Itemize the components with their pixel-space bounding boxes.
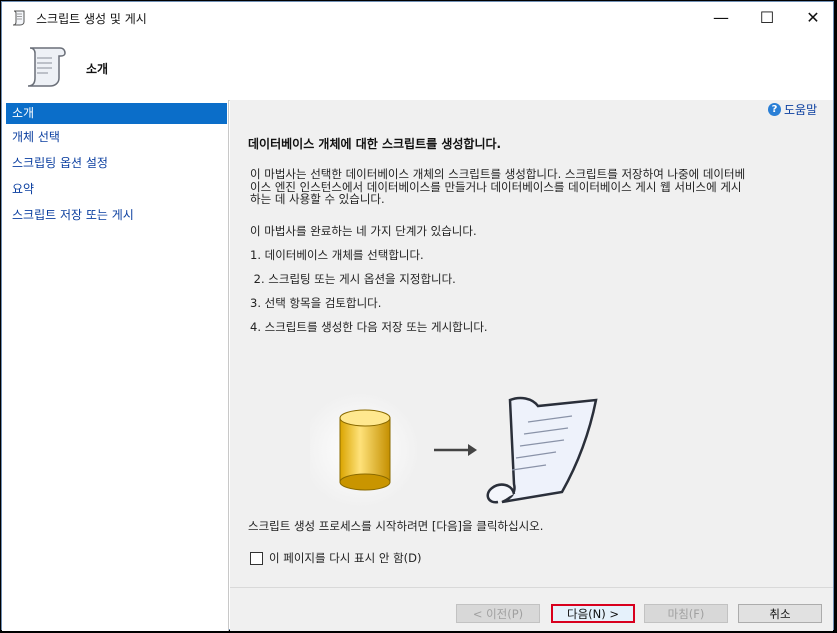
button-bar: < 이전(P) 다음(N) > 마침(F) 취소: [230, 587, 833, 631]
maximize-button[interactable]: ☐: [744, 2, 790, 32]
script-scroll-icon: [12, 10, 25, 26]
page-header: 소개: [2, 32, 833, 101]
step-item: 2. 스크립팅 또는 게시 옵션을 지정합니다.: [250, 272, 456, 286]
wizard-steps-nav: 소개 개체 선택 스크립팅 옵션 설정 요약 스크립트 저장 또는 게시: [2, 100, 229, 631]
sidebar-item-select-objects[interactable]: 개체 선택: [6, 127, 227, 148]
dont-show-again-checkbox[interactable]: [250, 551, 263, 565]
sidebar-item-summary[interactable]: 요약: [6, 179, 227, 200]
title-bar: 스크립트 생성 및 게시 — ☐ ✕: [2, 2, 833, 32]
sidebar-item-scripting-options[interactable]: 스크립팅 옵션 설정: [6, 153, 227, 174]
intro-line: 이 마법사는 선택한 데이터베이스 개체의 스크립트를 생성합니다. 스크립트를…: [250, 167, 746, 181]
dont-show-again-label[interactable]: 이 페이지를 다시 표시 안 함(D): [269, 550, 422, 566]
arrow-right-icon: [434, 444, 477, 456]
next-button[interactable]: 다음(N) >: [551, 604, 635, 623]
database-icon: [339, 409, 391, 491]
help-icon: ?: [768, 102, 781, 116]
script-scroll-icon: [27, 47, 66, 87]
content-panel: ? 도움말 데이터베이스 개체에 대한 스크립트를 생성합니다. 이 마법사는 …: [230, 100, 833, 587]
intro-line: 하는 데 사용할 수 있습니다.: [250, 192, 385, 206]
dont-show-again-row: 이 페이지를 다시 표시 안 함(D): [250, 550, 422, 566]
script-scroll-icon: [486, 396, 598, 504]
step-item: 1. 데이터베이스 개체를 선택합니다.: [250, 248, 424, 262]
page-title: 소개: [86, 62, 109, 76]
sidebar-item-intro[interactable]: 소개: [6, 103, 227, 124]
close-icon: ✕: [806, 7, 820, 27]
steps-intro: 이 마법사를 완료하는 네 가지 단계가 있습니다.: [250, 224, 477, 238]
sidebar-item-save-or-publish[interactable]: 스크립트 저장 또는 게시: [6, 205, 227, 226]
illustration: [310, 392, 598, 508]
minimize-button[interactable]: —: [698, 2, 744, 32]
cancel-button[interactable]: 취소: [738, 604, 822, 623]
finish-button[interactable]: 마침(F): [644, 604, 728, 623]
intro-paragraph: 이 마법사는 선택한 데이터베이스 개체의 스크립트를 생성합니다. 스크립트를…: [250, 168, 815, 206]
previous-button[interactable]: < 이전(P): [456, 604, 540, 623]
window-title: 스크립트 생성 및 게시: [36, 12, 147, 26]
content-title: 데이터베이스 개체에 대한 스크립트를 생성합니다.: [248, 137, 502, 151]
close-button[interactable]: ✕: [790, 2, 836, 32]
start-instruction: 스크립트 생성 프로세스를 시작하려면 [다음]을 클릭하십시오.: [248, 519, 544, 533]
help-link[interactable]: ? 도움말: [768, 100, 817, 118]
maximize-icon: ☐: [759, 7, 775, 27]
step-item: 3. 선택 항목을 검토합니다.: [250, 296, 382, 310]
help-label: 도움말: [784, 102, 818, 117]
wizard-window: 스크립트 생성 및 게시 — ☐ ✕ 소개 소개 개체 선택 스크립팅 옵션 설…: [1, 1, 834, 631]
step-item: 4. 스크립트를 생성한 다음 저장 또는 게시합니다.: [250, 320, 488, 334]
minimize-icon: —: [713, 7, 729, 27]
